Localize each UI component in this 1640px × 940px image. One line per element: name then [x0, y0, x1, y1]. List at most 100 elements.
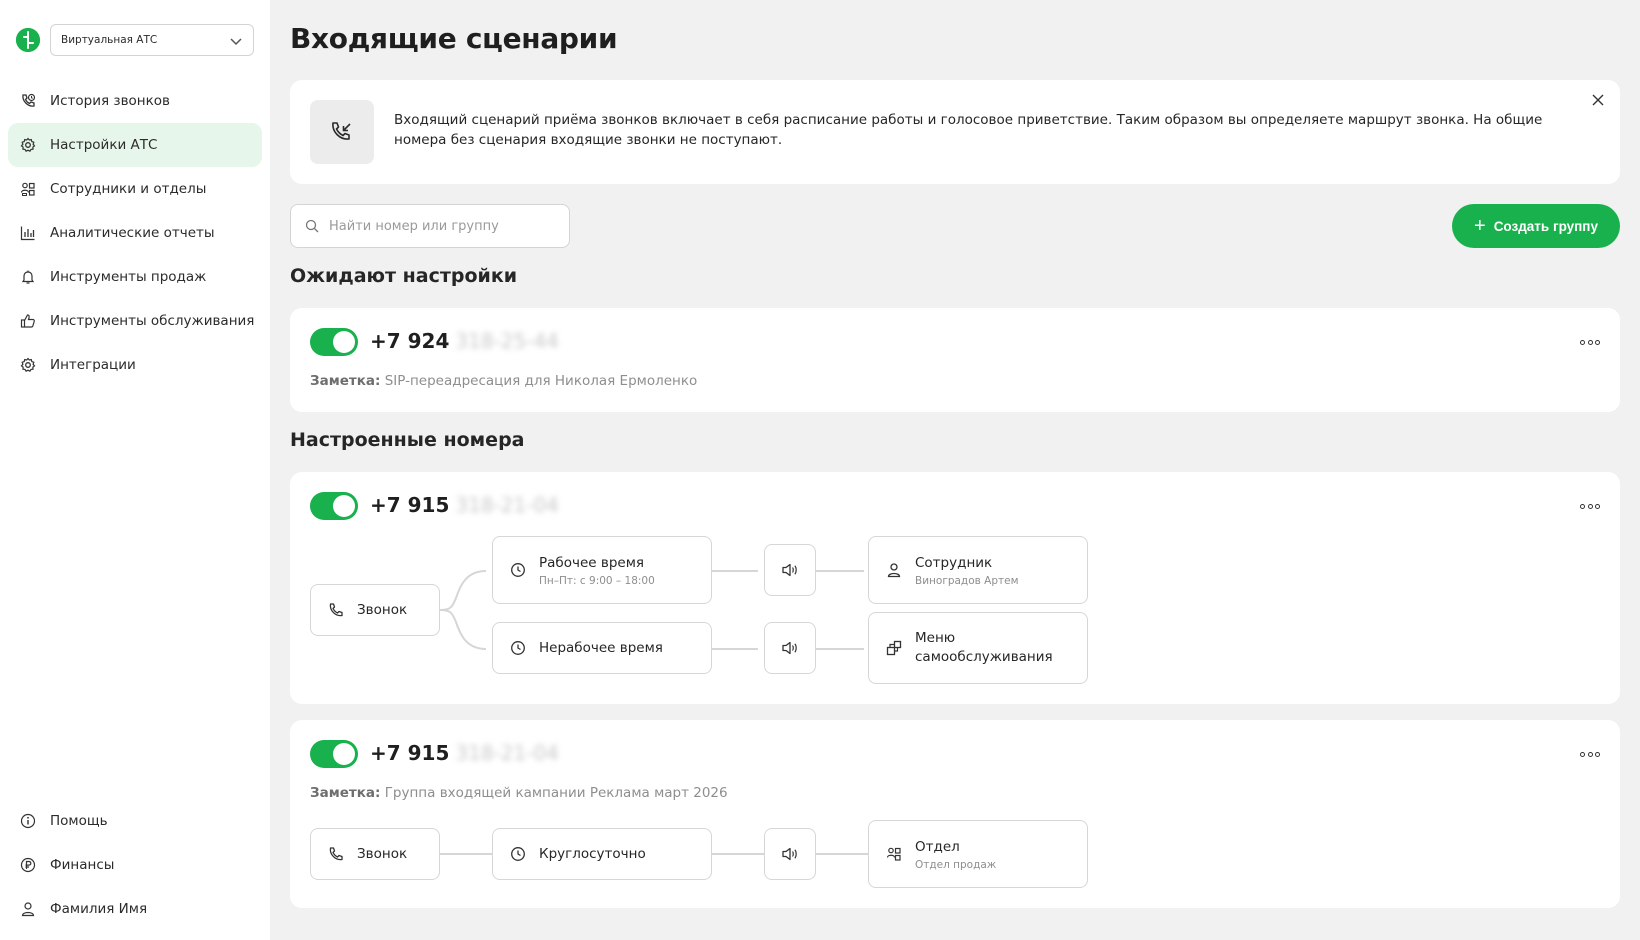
- sidebar-item-label: Инструменты продаж: [50, 269, 207, 285]
- pbx-select[interactable]: Виртуальная АТС: [50, 24, 254, 56]
- note-text: Группа входящей кампании Реклама март 20…: [384, 785, 728, 801]
- ruble-icon: [20, 857, 36, 873]
- phone-hidden: 318-21-04: [455, 493, 559, 517]
- user-icon: [20, 901, 36, 917]
- sidebar-item-label: Помощь: [50, 813, 108, 829]
- more-options-icon[interactable]: [1580, 501, 1600, 511]
- flow-connector: [816, 570, 864, 572]
- phone-prefix: +7 915: [370, 493, 450, 517]
- flow-node-label: Звонок: [357, 845, 408, 862]
- sidebar-item-label: История звонков: [50, 93, 170, 109]
- user-icon: [885, 561, 903, 579]
- note-text: SIP-переадресация для Николая Ермоленко: [384, 373, 698, 389]
- flow-node-label: Нерабочее время: [539, 639, 663, 656]
- bar-chart-icon: [20, 225, 36, 241]
- flow-node-off-time[interactable]: Нерабочее время: [492, 622, 712, 674]
- bell-icon: [20, 269, 36, 285]
- flow-node-sublabel: Отдел продаж: [915, 858, 997, 871]
- sidebar-item-call-history[interactable]: История звонков: [8, 79, 262, 123]
- info-icon: [20, 813, 36, 829]
- flow-node-department[interactable]: Отдел Отдел продаж: [868, 820, 1088, 888]
- clock-icon: [509, 561, 527, 579]
- plus-icon: +: [1474, 215, 1486, 237]
- flow-node-greeting[interactable]: [764, 622, 816, 674]
- flow-node-self-service[interactable]: Меню самообслуживания: [868, 612, 1088, 684]
- phone-icon: [327, 845, 345, 863]
- phone-number: +7 924 318-25-44: [370, 329, 559, 353]
- phone-number: +7 915 318-21-04: [370, 493, 559, 517]
- clock-icon: [509, 845, 527, 863]
- flow-node-call[interactable]: Звонок: [310, 584, 440, 636]
- pbx-select-value: Виртуальная АТС: [61, 34, 158, 46]
- more-options-icon[interactable]: [1580, 749, 1600, 759]
- sidebar: Виртуальная АТС История звонков Настройк…: [0, 0, 270, 940]
- flow-node-sublabel: Пн–Пт: с 9:00 – 18:00: [539, 574, 655, 587]
- flow-connector: [440, 853, 492, 855]
- info-banner: Входящий сценарий приёма звонков включае…: [290, 80, 1620, 184]
- search-input[interactable]: [329, 218, 549, 234]
- sidebar-item-finance[interactable]: Финансы: [8, 843, 262, 887]
- phone-hidden: 318-25-44: [455, 329, 559, 353]
- flow-branch-connector: [440, 570, 486, 650]
- call-history-icon: [20, 93, 36, 109]
- card-note: Заметка: Группа входящей кампании Реклам…: [310, 785, 728, 801]
- flow-node-employee[interactable]: Сотрудник Виноградов Артем: [868, 536, 1088, 604]
- scenario-card: +7 924 318-25-44 Заметка: SIP-переадреса…: [290, 308, 1620, 412]
- section-title-pending: Ожидают настройки: [290, 265, 518, 287]
- flow-node-work-time[interactable]: Рабочее время Пн–Пт: с 9:00 – 18:00: [492, 536, 712, 604]
- note-label: Заметка:: [310, 785, 381, 801]
- integration-gear-icon: [20, 357, 36, 373]
- scenario-card: +7 915 318-21-04 Заметка: Группа входяще…: [290, 720, 1620, 908]
- sidebar-item-pbx-settings[interactable]: Настройки АТС: [8, 123, 262, 167]
- speaker-icon: [781, 639, 799, 657]
- phone-icon: [327, 601, 345, 619]
- create-group-button[interactable]: + Создать группу: [1452, 204, 1620, 248]
- search-icon: [305, 219, 319, 233]
- sidebar-item-label: Настройки АТС: [50, 137, 158, 153]
- flow-node-label: Меню самообслуживания: [915, 630, 1053, 665]
- flow-connector: [712, 648, 758, 650]
- sidebar-item-integrations[interactable]: Интеграции: [8, 343, 262, 387]
- chevron-down-icon: [230, 38, 242, 46]
- flow-connector: [712, 570, 758, 572]
- more-options-icon[interactable]: [1580, 337, 1600, 347]
- sidebar-item-service-tools[interactable]: Инструменты обслуживания: [8, 299, 262, 343]
- create-group-label: Создать группу: [1493, 218, 1598, 234]
- thumb-up-icon: [20, 313, 36, 329]
- flow-node-greeting[interactable]: [764, 828, 816, 880]
- speaker-icon: [781, 561, 799, 579]
- sidebar-nav: История звонков Настройки АТС Сотрудники…: [8, 79, 262, 387]
- flow-node-call[interactable]: Звонок: [310, 828, 440, 880]
- close-icon[interactable]: [1588, 90, 1608, 110]
- scenario-toggle[interactable]: [310, 328, 358, 356]
- flow-connector: [816, 853, 868, 855]
- flow-node-label: Отдел: [915, 838, 960, 855]
- sidebar-item-profile[interactable]: Фамилия Имя: [8, 887, 262, 931]
- scenario-toggle[interactable]: [310, 740, 358, 768]
- flow-node-schedule[interactable]: Круглосуточно: [492, 828, 712, 880]
- gear-icon: [20, 137, 36, 153]
- flow-node-label: Звонок: [357, 601, 408, 618]
- flow-node-sublabel: Виноградов Артем: [915, 574, 1019, 587]
- flow-node-label: Рабочее время: [539, 554, 645, 571]
- flow-connector: [816, 648, 864, 650]
- sidebar-bottom-nav: Помощь Финансы Фамилия Имя: [8, 799, 262, 931]
- search-box: [290, 204, 570, 248]
- sidebar-item-help[interactable]: Помощь: [8, 799, 262, 843]
- sidebar-item-label: Инструменты обслуживания: [50, 313, 255, 329]
- app-logo-icon: [16, 28, 40, 52]
- note-label: Заметка:: [310, 373, 381, 389]
- scenario-toggle[interactable]: [310, 492, 358, 520]
- sidebar-item-sales-tools[interactable]: Инструменты продаж: [8, 255, 262, 299]
- phone-prefix: +7 924: [370, 329, 450, 353]
- flow-node-label: Сотрудник: [915, 554, 993, 571]
- scenario-card: +7 915 318-21-04 Звонок Рабочее время Пн…: [290, 472, 1620, 704]
- sidebar-item-analytics[interactable]: Аналитические отчеты: [8, 211, 262, 255]
- users-icon: [20, 181, 36, 197]
- flow-node-greeting[interactable]: [764, 544, 816, 596]
- menu-tree-icon: [885, 639, 903, 657]
- sidebar-item-label: Интеграции: [50, 357, 136, 373]
- department-icon: [885, 845, 903, 863]
- phone-prefix: +7 915: [370, 741, 450, 765]
- sidebar-item-employees[interactable]: Сотрудники и отделы: [8, 167, 262, 211]
